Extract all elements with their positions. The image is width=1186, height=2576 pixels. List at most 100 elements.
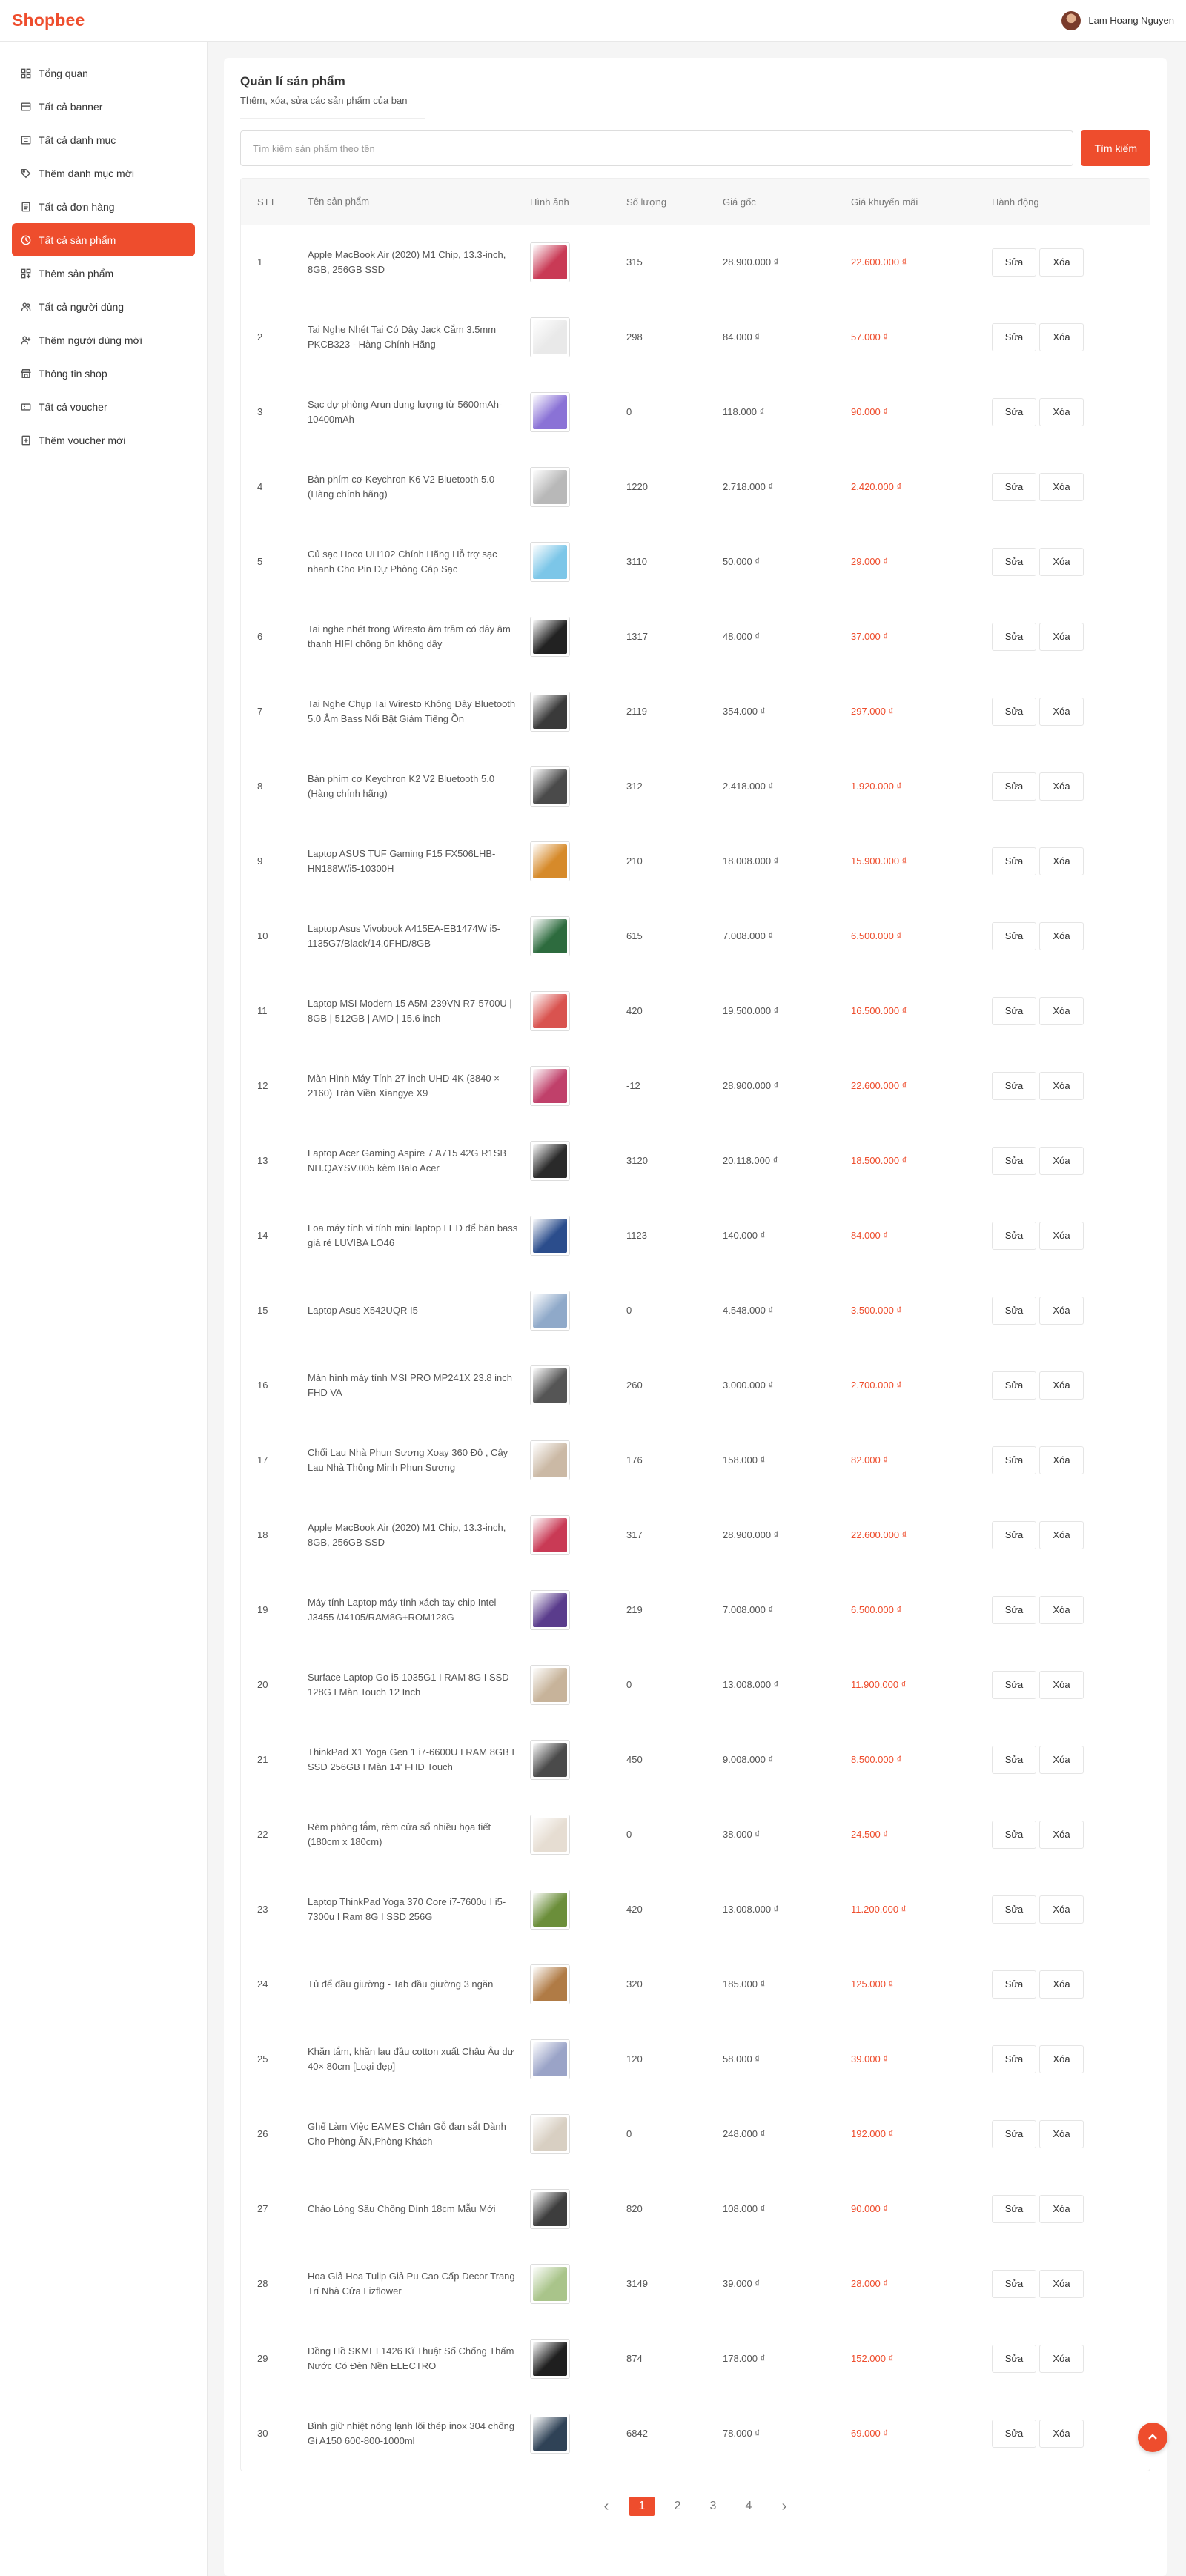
- edit-button[interactable]: Sửa: [992, 1371, 1036, 1400]
- edit-button[interactable]: Sửa: [992, 1595, 1036, 1624]
- user-name[interactable]: Lam Hoang Nguyen: [1088, 15, 1174, 26]
- row-price: 39.000 ₫: [723, 2278, 761, 2289]
- pagination-prev-icon[interactable]: ‹: [589, 2498, 624, 2515]
- delete-button[interactable]: Xóa: [1039, 1296, 1084, 1325]
- page-3-button[interactable]: 3: [695, 2500, 731, 2513]
- edit-button[interactable]: Sửa: [992, 2269, 1036, 2298]
- edit-button[interactable]: Sửa: [992, 547, 1036, 576]
- edit-button[interactable]: Sửa: [992, 921, 1036, 950]
- row-quantity: 176: [626, 1454, 643, 1466]
- product-thumbnail: [530, 1514, 570, 1555]
- delete-button[interactable]: Xóa: [1039, 772, 1084, 801]
- delete-button[interactable]: Xóa: [1039, 1895, 1084, 1924]
- delete-button[interactable]: Xóa: [1039, 248, 1084, 277]
- edit-button[interactable]: Sửa: [992, 248, 1036, 277]
- row-quantity: 874: [626, 2353, 643, 2364]
- scroll-to-top-button[interactable]: [1138, 2423, 1167, 2452]
- page-2-button[interactable]: 2: [660, 2500, 695, 2513]
- delete-button[interactable]: Xóa: [1039, 847, 1084, 875]
- sidebar-item-2[interactable]: Tất cả danh mục: [12, 123, 195, 156]
- delete-button[interactable]: Xóa: [1039, 1221, 1084, 1250]
- delete-button[interactable]: Xóa: [1039, 472, 1084, 501]
- sidebar-item-3[interactable]: Thêm danh mục mới: [12, 156, 195, 190]
- delete-button[interactable]: Xóa: [1039, 1820, 1084, 1849]
- edit-button[interactable]: Sửa: [992, 1895, 1036, 1924]
- delete-button[interactable]: Xóa: [1039, 1146, 1084, 1175]
- edit-button[interactable]: Sửa: [992, 1520, 1036, 1549]
- delete-button[interactable]: Xóa: [1039, 397, 1084, 426]
- delete-button[interactable]: Xóa: [1039, 1520, 1084, 1549]
- edit-button[interactable]: Sửa: [992, 1071, 1036, 1100]
- row-sale-price: 82.000 ₫: [851, 1454, 889, 1466]
- sidebar-item-4[interactable]: Tất cả đơn hàng: [12, 190, 195, 223]
- sidebar-item-1[interactable]: Tất cả banner: [12, 90, 195, 123]
- edit-button[interactable]: Sửa: [992, 397, 1036, 426]
- sidebar-item-10[interactable]: Tất cả voucher: [12, 390, 195, 423]
- row-price: 354.000 ₫: [723, 706, 766, 717]
- row-stt: 10: [257, 930, 268, 941]
- sidebar-item-11[interactable]: Thêm voucher mới: [12, 423, 195, 457]
- search-button[interactable]: Tìm kiếm: [1081, 130, 1150, 166]
- delete-button[interactable]: Xóa: [1039, 1071, 1084, 1100]
- delete-button[interactable]: Xóa: [1039, 921, 1084, 950]
- edit-button[interactable]: Sửa: [992, 847, 1036, 875]
- delete-button[interactable]: Xóa: [1039, 996, 1084, 1025]
- edit-button[interactable]: Sửa: [992, 622, 1036, 651]
- sidebar-item-0[interactable]: Tổng quan: [12, 56, 195, 90]
- edit-button[interactable]: Sửa: [992, 1820, 1036, 1849]
- edit-button[interactable]: Sửa: [992, 322, 1036, 351]
- delete-button[interactable]: Xóa: [1039, 1970, 1084, 1999]
- user-avatar[interactable]: [1061, 10, 1081, 30]
- delete-button[interactable]: Xóa: [1039, 1670, 1084, 1699]
- edit-button[interactable]: Sửa: [992, 1296, 1036, 1325]
- page-4-button[interactable]: 4: [731, 2500, 766, 2513]
- edit-button[interactable]: Sửa: [992, 2419, 1036, 2448]
- edit-button[interactable]: Sửa: [992, 2119, 1036, 2148]
- delete-button[interactable]: Xóa: [1039, 2119, 1084, 2148]
- product-thumbnail: [530, 391, 570, 432]
- delete-button[interactable]: Xóa: [1039, 2044, 1084, 2073]
- product-thumbnail: [530, 1065, 570, 1106]
- delete-button[interactable]: Xóa: [1039, 2344, 1084, 2373]
- app-logo[interactable]: Shopbee: [12, 10, 85, 30]
- edit-button[interactable]: Sửa: [992, 1970, 1036, 1999]
- delete-button[interactable]: Xóa: [1039, 2194, 1084, 2223]
- delete-button[interactable]: Xóa: [1039, 2419, 1084, 2448]
- delete-button[interactable]: Xóa: [1039, 1371, 1084, 1400]
- edit-button[interactable]: Sửa: [992, 2344, 1036, 2373]
- pagination-next-icon[interactable]: ›: [766, 2498, 802, 2515]
- page-1-button[interactable]: 1: [624, 2497, 660, 2516]
- row-image-cell: [530, 616, 626, 657]
- sidebar-item-9[interactable]: Thông tin shop: [12, 357, 195, 390]
- sidebar-item-5[interactable]: Tất cả sản phẩm: [12, 223, 195, 256]
- edit-button[interactable]: Sửa: [992, 772, 1036, 801]
- edit-button[interactable]: Sửa: [992, 1745, 1036, 1774]
- delete-button[interactable]: Xóa: [1039, 1446, 1084, 1474]
- delete-button[interactable]: Xóa: [1039, 322, 1084, 351]
- row-stt: 7: [257, 706, 263, 717]
- sidebar-item-6[interactable]: Thêm sản phẩm: [12, 256, 195, 290]
- user-menu[interactable]: Lam Hoang Nguyen: [1061, 10, 1174, 30]
- row-price: 2.418.000 ₫: [723, 781, 774, 792]
- delete-button[interactable]: Xóa: [1039, 697, 1084, 726]
- search-input[interactable]: [240, 130, 1074, 166]
- edit-button[interactable]: Sửa: [992, 1670, 1036, 1699]
- delete-button[interactable]: Xóa: [1039, 547, 1084, 576]
- edit-button[interactable]: Sửa: [992, 1221, 1036, 1250]
- edit-button[interactable]: Sửa: [992, 2044, 1036, 2073]
- delete-button[interactable]: Xóa: [1039, 1595, 1084, 1624]
- edit-button[interactable]: Sửa: [992, 1146, 1036, 1175]
- row-product-name: Apple MacBook Air (2020) M1 Chip, 13.3-i…: [308, 248, 530, 277]
- row-sale-price: 84.000 ₫: [851, 1230, 889, 1241]
- product-thumbnail-fill: [533, 319, 567, 354]
- edit-button[interactable]: Sửa: [992, 472, 1036, 501]
- edit-button[interactable]: Sửa: [992, 1446, 1036, 1474]
- delete-button[interactable]: Xóa: [1039, 1745, 1084, 1774]
- sidebar-item-8[interactable]: Thêm người dùng mới: [12, 323, 195, 357]
- edit-button[interactable]: Sửa: [992, 2194, 1036, 2223]
- delete-button[interactable]: Xóa: [1039, 2269, 1084, 2298]
- edit-button[interactable]: Sửa: [992, 996, 1036, 1025]
- edit-button[interactable]: Sửa: [992, 697, 1036, 726]
- delete-button[interactable]: Xóa: [1039, 622, 1084, 651]
- sidebar-item-7[interactable]: Tất cả người dùng: [12, 290, 195, 323]
